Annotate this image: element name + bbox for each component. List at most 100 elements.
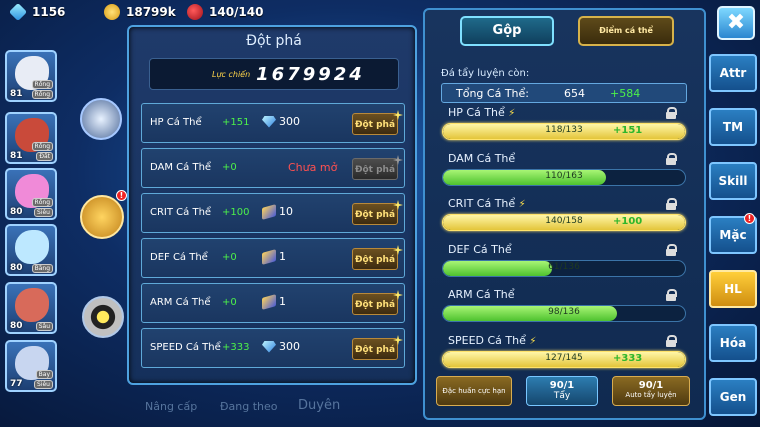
- breakthrough-button[interactable]: Đột phá: [352, 158, 398, 180]
- close-button[interactable]: ✖: [717, 6, 755, 40]
- breakthrough-button[interactable]: Đột phá: [352, 248, 398, 270]
- stat-bonus: +100: [613, 216, 643, 227]
- panel-title: Đột phá: [246, 33, 302, 49]
- nav-tab[interactable]: Gen: [709, 378, 757, 416]
- total-stat-box: Tổng Cá Thể: 654 +584: [441, 83, 687, 103]
- auto-wash-button[interactable]: 90/1 Auto tẩy luyện: [612, 376, 690, 406]
- scroll-icon: [262, 293, 276, 310]
- gem-count: 1156: [32, 5, 66, 19]
- pokemon-portrait: [15, 230, 49, 264]
- type-tag: Sâu: [35, 322, 53, 331]
- gem-icon: [8, 2, 28, 22]
- lock-icon[interactable]: [666, 289, 677, 301]
- cost-value: 1: [279, 295, 286, 308]
- stat-name: DAM Cá Thể: [448, 151, 516, 165]
- team-slot[interactable]: 81 Rồng Đất: [5, 112, 57, 164]
- pokemon-level: 80: [10, 263, 23, 273]
- auto-wash-count: 90/1: [638, 380, 664, 391]
- stat-name: HP Cá Thể: [150, 117, 202, 128]
- lock-icon[interactable]: [666, 107, 677, 119]
- stat-bonus: +0: [222, 252, 237, 263]
- stat-name: ARM Cá Thể: [448, 288, 515, 301]
- team-slot[interactable]: 80 Sâu: [5, 282, 57, 334]
- auto-wash-label: Auto tẩy luyện: [625, 391, 677, 399]
- fate-label: Duyên: [298, 398, 341, 413]
- stat-name: ARM Cá Thể: [150, 297, 211, 308]
- stat-progress-bar: 118/133 +151: [442, 123, 686, 140]
- scroll-icon: [262, 203, 276, 220]
- type-tag: Rồng: [31, 198, 53, 207]
- wash-label: Tẩy: [553, 391, 571, 401]
- stat-label: CRIT Cá Thể ⚡: [448, 197, 526, 210]
- breakthrough-row: ARM Cá Thể +0 1 Đột phá: [141, 283, 405, 323]
- notification-badge: !: [744, 213, 755, 224]
- breakthrough-row: DEF Cá Thể +0 1 Đột phá: [141, 238, 405, 278]
- coin-icon: [104, 4, 120, 20]
- breakthrough-row: SPEED Cá Thể +333 300 Đột phá: [141, 328, 405, 368]
- breakthrough-button[interactable]: Đột phá: [352, 293, 398, 315]
- item-orb-icon[interactable]: [80, 98, 122, 140]
- stat-bonus: +0: [222, 162, 237, 173]
- stamina-counter: 140/140: [187, 4, 263, 20]
- pokemon-level: 80: [10, 321, 23, 331]
- cost: 300: [262, 340, 300, 353]
- notification-badge: !: [116, 190, 127, 201]
- stamina-count: 140/140: [209, 5, 264, 19]
- breakthrough-panel: Đột phá Lực chiến 1679924 HP Cá Thể +151 3…: [127, 25, 417, 385]
- breakthrough-button[interactable]: Đột phá: [352, 113, 398, 135]
- lock-icon[interactable]: [666, 243, 677, 256]
- pokemon-level: 81: [10, 89, 23, 99]
- stat-bonus: +100: [222, 207, 250, 218]
- type-tag: Đất: [36, 152, 53, 161]
- power-value: 1679924: [256, 63, 365, 85]
- type-tag: Siêu: [34, 208, 53, 217]
- stat-name: DAM Cá Thể: [150, 162, 212, 173]
- breakthrough-button[interactable]: Đột phá: [352, 338, 398, 360]
- stat-progress-bar: 140/158 +100: [442, 214, 686, 231]
- breakthrough-button[interactable]: Đột phá: [352, 203, 398, 225]
- type-tag: Rồng: [31, 142, 53, 151]
- type-tag: Băng: [31, 264, 53, 273]
- bag-icon[interactable]: [80, 195, 124, 239]
- tab-merge[interactable]: Gộp: [460, 16, 554, 46]
- cost: 10: [262, 203, 293, 220]
- total-label: Tổng Cá Thể:: [456, 86, 529, 100]
- stat-bonus: +333: [613, 352, 643, 364]
- wash-count: 90/1: [549, 380, 575, 391]
- cost: 1: [262, 293, 286, 310]
- nav-tab[interactable]: Skill: [709, 162, 757, 200]
- team-slot[interactable]: 80 Rồng Siêu: [5, 168, 57, 220]
- cost: 1: [262, 248, 286, 265]
- stat-bonus: +333: [222, 342, 250, 353]
- lock-icon[interactable]: [666, 334, 677, 347]
- lock-icon[interactable]: [666, 152, 677, 165]
- type-tag: Rồng: [31, 90, 53, 99]
- nav-tab[interactable]: TM: [709, 108, 757, 146]
- stat-label: DEF Cá Thể: [448, 243, 512, 256]
- special-training-button[interactable]: Đặc huấn cực hạn: [436, 376, 512, 406]
- cost-value: 300: [279, 340, 300, 353]
- stat-name: CRIT Cá Thể: [150, 207, 212, 218]
- stat-label: HP Cá Thể ⚡: [448, 106, 515, 119]
- breakthrough-row: CRIT Cá Thể +100 10 Đột phá: [141, 193, 405, 233]
- stat-progress-bar: 61/136: [442, 259, 686, 277]
- total-value: 654: [564, 86, 585, 100]
- team-slot[interactable]: 80 Băng: [5, 224, 57, 276]
- type-tag: Siêu: [34, 380, 53, 389]
- scroll-icon: [262, 248, 276, 265]
- pokemon-level: 81: [10, 151, 23, 161]
- wash-button[interactable]: 90/1 Tẩy: [526, 376, 598, 406]
- remaining-stones-label: Đá tẩy luyện còn:: [441, 68, 530, 79]
- bolt-icon: ⚡: [518, 199, 526, 210]
- type-tag: Bay: [35, 370, 53, 379]
- pokemon-level: 77: [10, 379, 23, 389]
- nav-tab[interactable]: Attr: [709, 54, 757, 92]
- stat-value: 110/163: [545, 170, 583, 181]
- lock-icon[interactable]: [666, 198, 677, 210]
- team-slot[interactable]: 77 Bay Siêu: [5, 340, 57, 392]
- tab-stat-points[interactable]: Điểm cá thể: [578, 16, 674, 46]
- nav-tab[interactable]: Hóa: [709, 324, 757, 362]
- team-slot[interactable]: 81 Rồng Rồng: [5, 50, 57, 102]
- gear-item-icon[interactable]: [82, 296, 124, 338]
- nav-tab[interactable]: HL: [709, 270, 757, 308]
